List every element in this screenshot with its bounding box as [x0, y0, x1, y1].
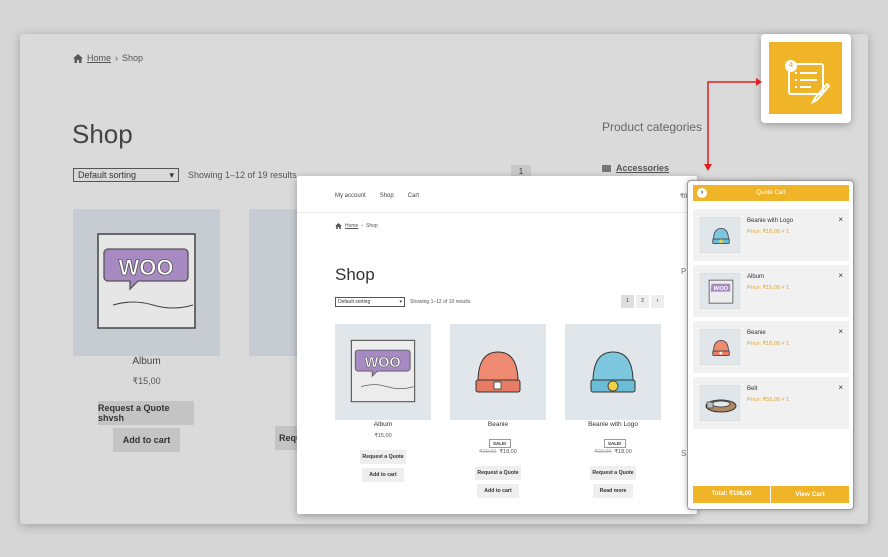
quote-cart-item: Beanie with Logo Price: ₹18,00 × 1 × [693, 209, 849, 261]
item-price: Price: ₹15,00 × 1 [747, 285, 790, 291]
beanie-logo-art [590, 351, 636, 393]
product-image-album[interactable]: WOO [73, 209, 220, 356]
item-thumbnail [700, 385, 740, 421]
request-quote-button[interactable]: Request a Quote shvsh [98, 401, 194, 425]
page-title: Shop [335, 265, 375, 284]
breadcrumb-home-link[interactable]: Home [345, 223, 358, 229]
item-price: Price: ₹55,00 × 1 [747, 397, 790, 403]
item-thumbnail [700, 329, 740, 365]
quote-cart-header: › Quote Cart [693, 185, 849, 201]
nav-my-account[interactable]: My account [335, 193, 366, 199]
request-quote-button[interactable]: Request a Quote [360, 450, 406, 464]
top-nav: My account Shop Cart [335, 193, 433, 199]
quote-cart-item: WOO Album Price: ₹15,00 × 1 × [693, 265, 849, 317]
remove-item-close-icon[interactable]: × [838, 327, 843, 336]
quote-cart-total: Total: ₹106,00 [693, 486, 770, 503]
quote-cart-item: Belt Price: ₹55,00 × 1 × [693, 377, 849, 429]
item-thumbnail [700, 217, 740, 253]
result-count: Showing 1–12 of 19 results [410, 299, 471, 305]
request-quote-button[interactable]: Request a Quote [590, 466, 636, 480]
pagination: 1 2 › [621, 295, 664, 308]
front-shop-page: My account Shop Cart ₹0 Home › Shop Shop… [297, 176, 697, 514]
quote-count-badge: 4 [785, 60, 797, 72]
product-price: ₹20,00 ₹18,00 [479, 449, 517, 455]
clipboard-pencil-icon [788, 63, 831, 105]
add-to-cart-button[interactable]: Add to cart [477, 484, 519, 498]
product-image-beanie[interactable] [450, 324, 546, 420]
remove-item-close-icon[interactable]: × [838, 215, 843, 224]
sidebar-heading: Product categories [602, 120, 703, 134]
page-title: Shop [72, 119, 133, 149]
quote-list-icon[interactable]: 4 [769, 42, 842, 114]
product-image-beanie-with-logo[interactable] [565, 324, 661, 420]
pagination-page-2[interactable]: 2 [636, 295, 649, 308]
view-cart-button[interactable]: View Cart [771, 486, 849, 503]
home-icon [335, 223, 342, 229]
connector-arrow [704, 78, 762, 171]
album-art: WOO [350, 339, 416, 403]
divider [297, 212, 697, 213]
sorting-select[interactable]: Default sorting ▾ [73, 168, 179, 182]
quote-cart-title: Quote Cart [756, 190, 786, 196]
item-thumbnail: WOO [700, 273, 740, 309]
breadcrumb: Home › Shop [73, 53, 143, 63]
nav-cart[interactable]: Cart [408, 193, 419, 199]
nav-shop[interactable]: Shop [380, 193, 394, 199]
album-art: WOO [97, 233, 196, 329]
request-quote-button[interactable]: Request a Quote [475, 466, 521, 480]
home-icon [73, 53, 83, 63]
item-price: Price: ₹18,00 × 1 [747, 229, 790, 235]
item-name: Beanie [747, 330, 766, 336]
pagination-page-1[interactable]: 1 [621, 295, 634, 308]
svg-text:WOO: WOO [714, 286, 729, 292]
remove-item-close-icon[interactable]: × [838, 271, 843, 280]
remove-item-close-icon[interactable]: × [838, 383, 843, 392]
pagination-next[interactable]: › [651, 295, 664, 308]
sidebar-partial-2: S [681, 449, 687, 458]
beanie-art [475, 351, 521, 393]
quote-cart-panel: › Quote Cart Beanie with Logo Price: ₹18… [687, 180, 854, 510]
add-to-cart-button[interactable]: Add to cart [113, 428, 180, 452]
product-name[interactable]: Beanie [450, 421, 546, 428]
read-more-button[interactable]: Read more [593, 484, 633, 498]
result-count: Showing 1–12 of 19 results [188, 170, 297, 180]
item-name: Belt [747, 386, 758, 392]
svg-text:WOO: WOO [365, 355, 401, 371]
item-name: Beanie with Logo [747, 218, 794, 224]
folder-icon [602, 164, 611, 172]
quote-icon-tile[interactable]: 4 [761, 34, 851, 123]
sorting-select[interactable]: Default sorting ▾ [335, 297, 405, 307]
item-name: Album [747, 274, 765, 280]
sidebar-partial: P [681, 267, 687, 276]
sale-badge: SALE! [489, 432, 511, 450]
breadcrumb: Home › Shop [335, 223, 378, 229]
item-price: Price: ₹18,00 × 1 [747, 341, 790, 347]
product-name[interactable]: Beanie with Logo [565, 421, 661, 428]
product-price: ₹15,00 [132, 376, 161, 386]
svg-text:WOO: WOO [119, 255, 174, 280]
category-accessories[interactable]: Accessories [602, 163, 669, 173]
product-name[interactable]: Album [73, 356, 220, 367]
product-image-album[interactable]: WOO [335, 324, 431, 420]
request-quote-button-partial[interactable]: Requ [275, 426, 302, 450]
product-price: ₹15,00 [374, 433, 392, 439]
quote-cart-item: Beanie Price: ₹18,00 × 1 × [693, 321, 849, 373]
breadcrumb-home-link[interactable]: Home [87, 53, 111, 63]
product-price: ₹20,00 ₹18,00 [594, 449, 632, 455]
product-name[interactable]: Album [335, 421, 431, 428]
sale-badge: SALE! [604, 432, 626, 450]
collapse-chevron-icon[interactable]: › [697, 188, 707, 198]
add-to-cart-button[interactable]: Add to cart [362, 468, 404, 482]
